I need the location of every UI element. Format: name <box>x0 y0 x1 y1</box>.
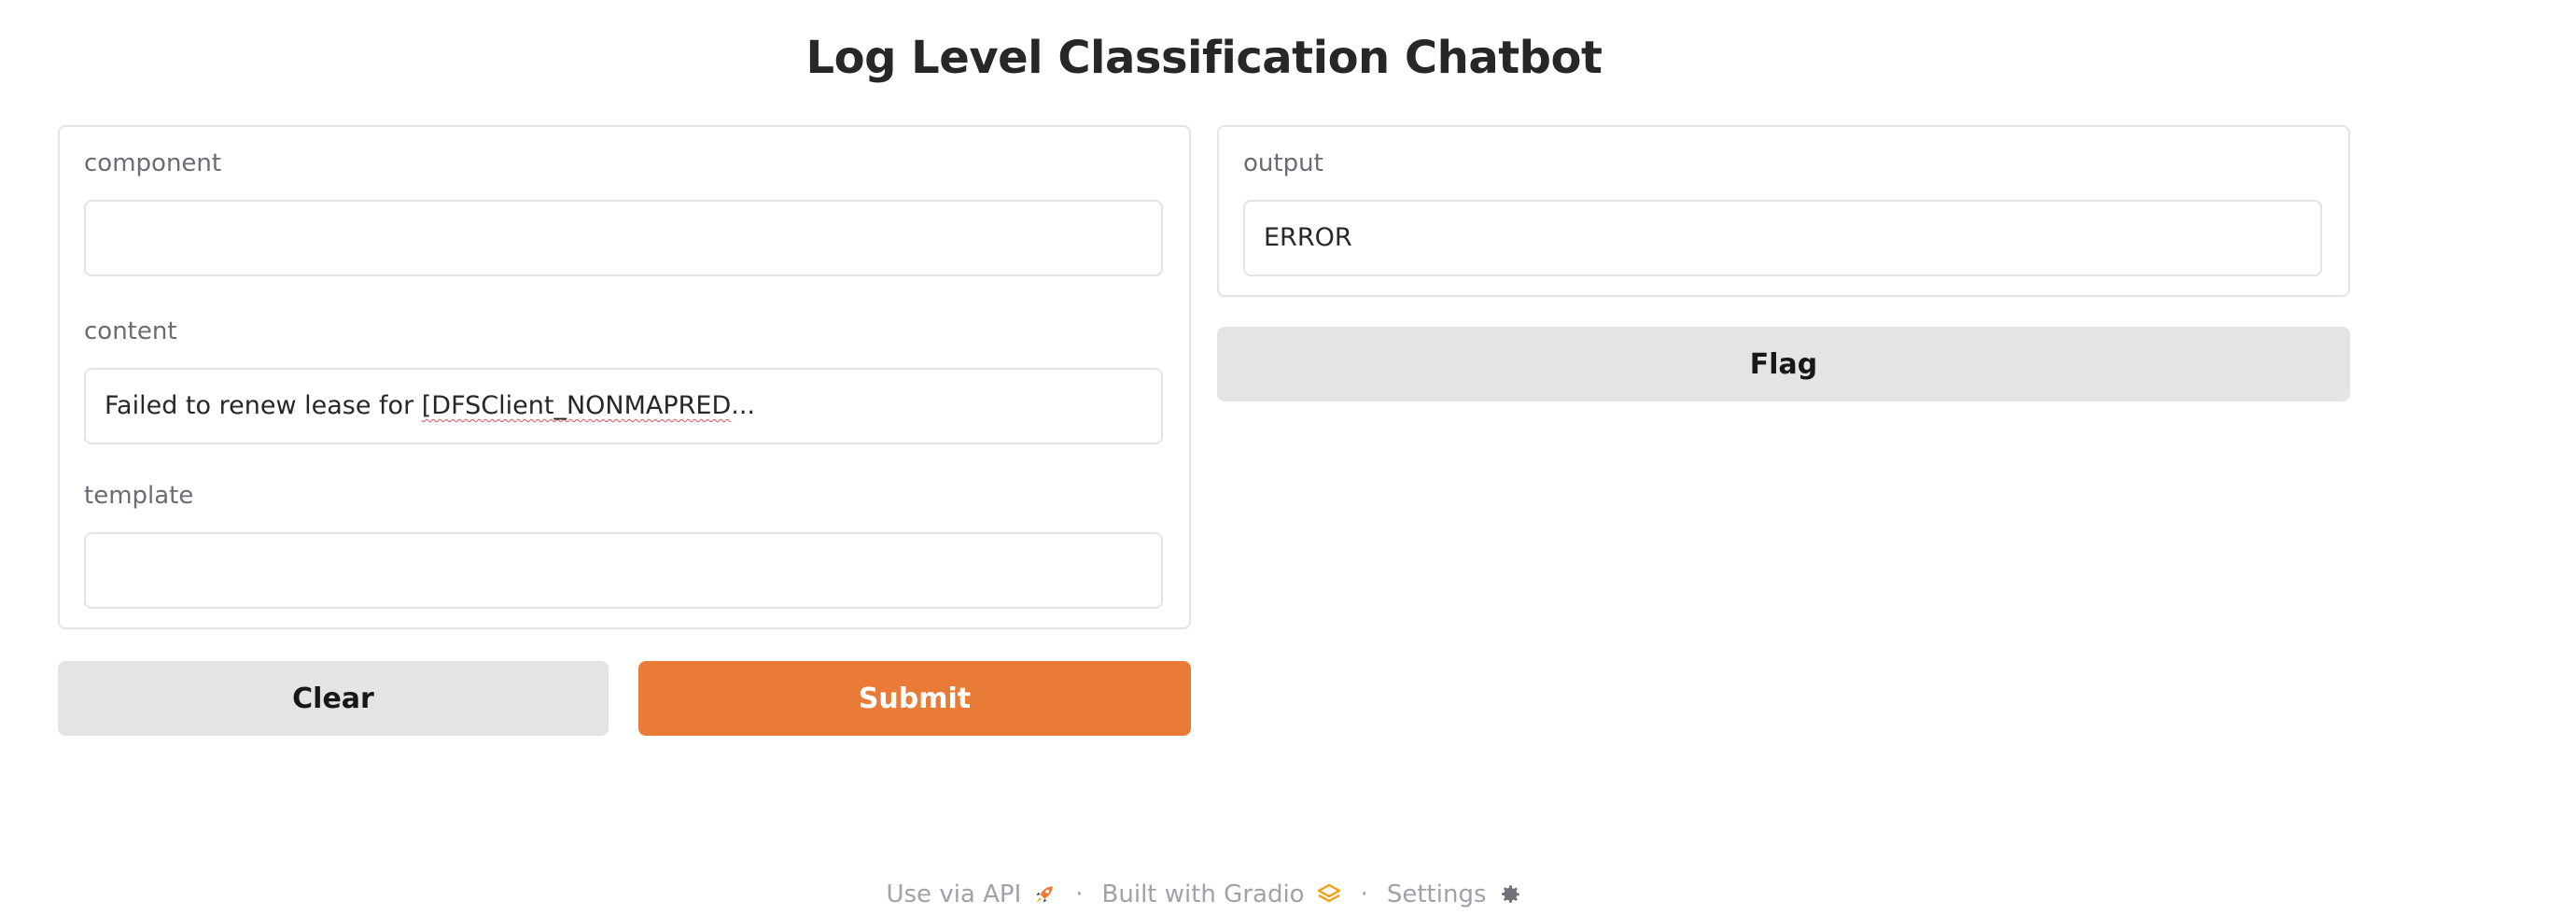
template-label: template <box>84 482 194 510</box>
footer-separator: · <box>1360 880 1368 908</box>
built-with-gradio-label: Built with Gradio <box>1101 880 1305 908</box>
clear-button[interactable]: Clear <box>58 661 609 736</box>
content-input[interactable]: Failed to renew lease for [DFSClient_NON… <box>84 368 1163 444</box>
output-panel: output ERROR <box>1217 125 2350 297</box>
use-via-api-link[interactable]: Use via API <box>886 880 1057 908</box>
input-panel: component content Failed to renew lease … <box>58 125 1191 629</box>
template-input[interactable] <box>84 532 1163 609</box>
settings-link[interactable]: Settings <box>1387 880 1522 908</box>
component-input[interactable] <box>84 200 1163 276</box>
page-title: Log Level Classification Chatbot <box>805 32 1603 84</box>
built-with-gradio-link[interactable]: Built with Gradio <box>1102 880 1342 908</box>
content-value-prefix: Failed to renew lease for <box>105 391 422 420</box>
gradio-logo-icon <box>1317 883 1340 903</box>
component-label: component <box>84 149 222 177</box>
content-value-marked: [DFSClient_NONMAPRED <box>421 391 732 420</box>
output-field[interactable]: ERROR <box>1243 200 2322 276</box>
rocket-icon <box>1036 886 1053 903</box>
submit-button[interactable]: Submit <box>638 661 1191 736</box>
content-label: content <box>84 317 177 345</box>
use-via-api-label: Use via API <box>886 880 1022 908</box>
content-value-suffix: ... <box>731 391 756 420</box>
gear-icon <box>1501 885 1519 903</box>
flag-button[interactable]: Flag <box>1217 327 2350 401</box>
footer: Use via API · Built with Gradio · Settin… <box>0 878 2408 911</box>
output-label: output <box>1243 149 1323 177</box>
page: Log Level Classification Chatbot compone… <box>0 0 2576 915</box>
settings-label: Settings <box>1386 880 1487 908</box>
footer-separator: · <box>1075 880 1084 908</box>
